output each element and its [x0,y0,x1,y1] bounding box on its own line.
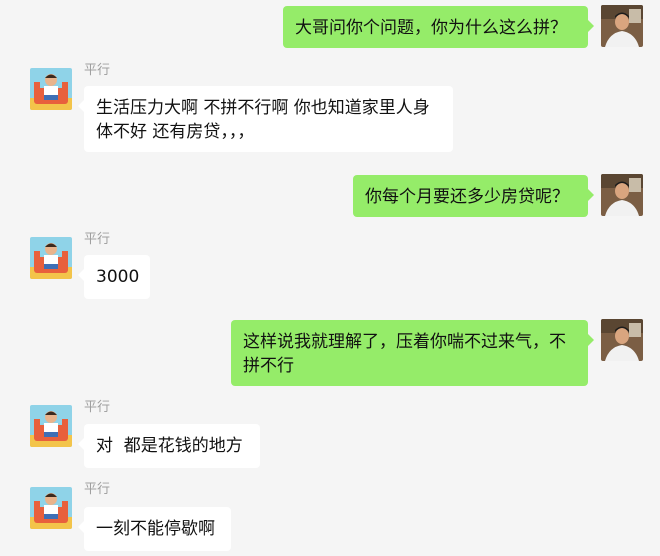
message-bubble[interactable]: 你每个月要还多少房贷呢？ [353,175,594,217]
my-avatar[interactable] [601,5,643,47]
my-avatar[interactable] [601,319,643,361]
message-bubble[interactable]: 3000 [78,255,150,299]
sender-name: 平行 [84,232,111,247]
contact-avatar[interactable] [30,68,72,110]
message-bubble[interactable]: 这样说我就理解了，压着你喘不过来气，不拼不行 [231,320,594,386]
message-bubble[interactable]: 对 都是花钱的地方 [78,424,260,468]
my-avatar[interactable] [601,174,643,216]
message-bubble[interactable]: 大哥问你个问题，你为什么这么拼？ [283,6,594,48]
contact-avatar[interactable] [30,237,72,279]
message-bubble[interactable]: 生活压力大啊 不拼不行啊 你也知道家里人身体不好 还有房贷，，， [78,86,453,152]
contact-avatar[interactable] [30,405,72,447]
sender-name: 平行 [84,63,111,78]
contact-avatar[interactable] [30,487,72,529]
sender-name: 平行 [84,482,111,497]
message-bubble[interactable]: 一刻不能停歇啊 [78,507,231,551]
chat-message-list[interactable]: 大哥问你个问题，你为什么这么拼？ 平行 生活压力大啊 不拼不行啊 你也知道家里人… [0,0,660,556]
sender-name: 平行 [84,400,111,415]
